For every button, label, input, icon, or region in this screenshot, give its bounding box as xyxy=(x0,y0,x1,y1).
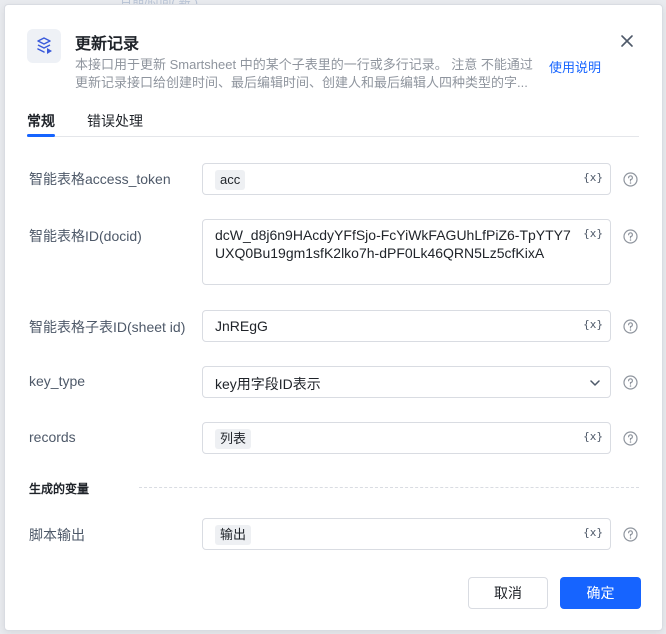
variable-insert-icon[interactable]: {x} xyxy=(583,526,603,539)
script-output-label: 脚本输出 xyxy=(29,527,85,543)
update-record-dialog: 更新记录 本接口用于更新 Smartsheet 中的某个子表里的一行或多行记录。… xyxy=(4,4,663,631)
cancel-button[interactable]: 取消 xyxy=(468,577,548,609)
docid-label: 智能表格ID(docid) xyxy=(29,228,142,244)
sheet-id-field[interactable]: JnREgG {x} xyxy=(202,310,611,342)
dialog-title: 更新记录 xyxy=(75,36,140,53)
description-line-1: 本接口用于更新 Smartsheet 中的某个子表里的一行或多行记录。 注意 不… xyxy=(75,57,533,72)
tab-error-handling[interactable]: 错误处理 xyxy=(87,111,143,131)
variable-insert-icon[interactable]: {x} xyxy=(583,318,603,331)
help-circle-icon[interactable] xyxy=(623,172,638,187)
docid-value[interactable]: dcW_d8j6n9HAcdyYFfSjo-FcYiWkFAGUhLfPiZ6-… xyxy=(215,226,575,262)
dialog-description: 本接口用于更新 Smartsheet 中的某个子表里的一行或多行记录。 注意 不… xyxy=(75,56,545,92)
access-token-label: 智能表格access_token xyxy=(29,171,171,187)
variable-insert-icon[interactable]: {x} xyxy=(583,171,603,184)
help-circle-icon[interactable] xyxy=(623,527,638,542)
smartsheet-icon xyxy=(27,29,61,63)
tab-bar: 常规 错误处理 xyxy=(27,109,639,137)
access-token-field[interactable]: acc {x} xyxy=(202,163,611,195)
access-token-variable-tag[interactable]: acc xyxy=(215,170,246,190)
script-output-field[interactable]: 输出 {x} xyxy=(202,518,611,550)
records-variable-tag[interactable]: 列表 xyxy=(215,429,252,449)
key-type-value: key用字段ID表示 xyxy=(215,376,321,392)
close-icon[interactable] xyxy=(617,31,637,51)
docid-field[interactable]: dcW_d8j6n9HAcdyYFfSjo-FcYiWkFAGUhLfPiZ6-… xyxy=(202,219,611,285)
help-circle-icon[interactable] xyxy=(623,319,638,334)
sheet-id-label: 智能表格子表ID(sheet id) xyxy=(29,319,186,335)
key-type-select[interactable]: key用字段ID表示 xyxy=(202,366,611,398)
chevron-down-icon[interactable] xyxy=(589,377,601,389)
variable-insert-icon[interactable]: {x} xyxy=(583,227,603,240)
records-field[interactable]: 列表 {x} xyxy=(202,422,611,454)
sheet-id-value[interactable]: JnREgG xyxy=(215,318,268,334)
help-circle-icon[interactable] xyxy=(623,229,638,244)
key-type-label: key_type xyxy=(29,373,86,389)
confirm-button[interactable]: 确定 xyxy=(560,577,641,609)
help-circle-icon[interactable] xyxy=(623,431,638,446)
description-line-2: 更新记录接口给创建时间、最后编辑时间、创建人和最后编辑人四种类型的字... xyxy=(75,75,528,90)
script-output-variable-tag[interactable]: 输出 xyxy=(215,525,252,545)
tab-general[interactable]: 常规 xyxy=(27,111,55,131)
help-circle-icon[interactable] xyxy=(623,375,638,390)
help-link[interactable]: 使用说明 xyxy=(549,57,601,76)
generated-variables-heading: 生成的变量 xyxy=(29,482,90,496)
records-label: records xyxy=(29,429,76,445)
active-tab-indicator xyxy=(27,134,55,137)
variable-insert-icon[interactable]: {x} xyxy=(583,430,603,443)
section-divider xyxy=(139,487,639,488)
